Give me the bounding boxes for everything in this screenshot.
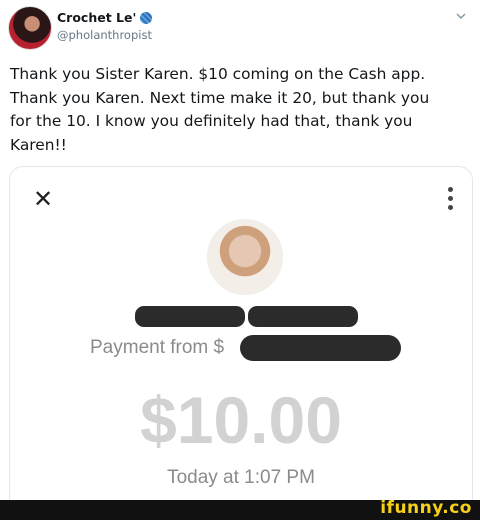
payment-screenshot-card: ✕ Payment from $ $10.00 Today at 1:07 PM bbox=[9, 166, 473, 513]
display-name[interactable]: Crochet Le' bbox=[57, 10, 153, 25]
payment-date: Today at 1:07 PM bbox=[167, 467, 315, 488]
tweet-header: Crochet Le' @pholanthropist bbox=[0, 0, 480, 56]
redacted-cashtag-bar bbox=[240, 335, 401, 361]
payment-from-label: Payment from $ bbox=[90, 337, 225, 358]
more-vertical-icon[interactable] bbox=[448, 187, 454, 214]
ifunny-watermark: ifunny.co bbox=[380, 498, 472, 518]
watermark-bar: ifunny.co bbox=[0, 498, 480, 520]
chevron-down-icon[interactable] bbox=[454, 9, 468, 23]
yarn-ball-icon bbox=[140, 11, 153, 24]
close-icon[interactable]: ✕ bbox=[33, 187, 53, 211]
user-avatar[interactable] bbox=[8, 6, 52, 50]
display-name-text: Crochet Le' bbox=[57, 10, 137, 25]
payment-amount: $10.00 bbox=[140, 383, 342, 457]
redacted-name-bar bbox=[248, 306, 358, 327]
redacted-name-bar bbox=[135, 306, 245, 327]
payer-profile-photo bbox=[207, 219, 283, 295]
tweet-text: Thank you Sister Karen. $10 coming on th… bbox=[10, 65, 430, 154]
user-handle[interactable]: @pholanthropist bbox=[57, 28, 152, 42]
